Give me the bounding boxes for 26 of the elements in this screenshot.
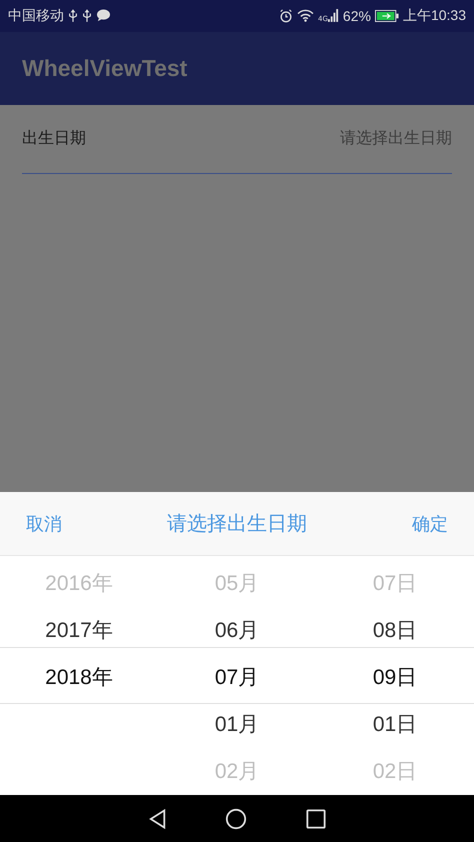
wheel-option[interactable]: 06月 (214, 607, 260, 654)
clock-time: 上午10:33 (402, 6, 466, 25)
wheel-option[interactable]: 09日 (372, 654, 418, 702)
home-icon[interactable] (225, 808, 247, 830)
back-icon[interactable] (148, 808, 166, 829)
wifi-icon (297, 9, 314, 22)
battery-percent: 62% (342, 8, 371, 24)
field-label: 出生日期 (22, 128, 86, 150)
usb-icon (82, 8, 92, 23)
usb-icon (68, 8, 78, 23)
wheel-option[interactable]: 2018年 (45, 654, 113, 702)
wheel-option[interactable]: 07月 (214, 654, 260, 702)
app-title: WheelViewTest (22, 54, 188, 82)
signal-icon (328, 9, 339, 22)
wheel-option[interactable]: 08日 (372, 607, 418, 654)
battery-icon (374, 10, 399, 22)
picker-title: 请选择出生日期 (167, 510, 307, 538)
field-placeholder: 请选择出生日期 (340, 128, 452, 150)
wheel-option[interactable]: 2017年 (45, 607, 113, 654)
alarm-clock-icon (279, 8, 294, 23)
recent-apps-icon[interactable] (306, 808, 326, 829)
wheel-option[interactable]: 01日 (372, 701, 418, 748)
carrier-name: 中国移动 (8, 6, 64, 25)
wheel-option[interactable]: 01月 (214, 701, 260, 748)
chat-bubble-icon (96, 9, 111, 22)
birth-date-field[interactable]: 出生日期 请选择出生日期 (22, 104, 452, 174)
